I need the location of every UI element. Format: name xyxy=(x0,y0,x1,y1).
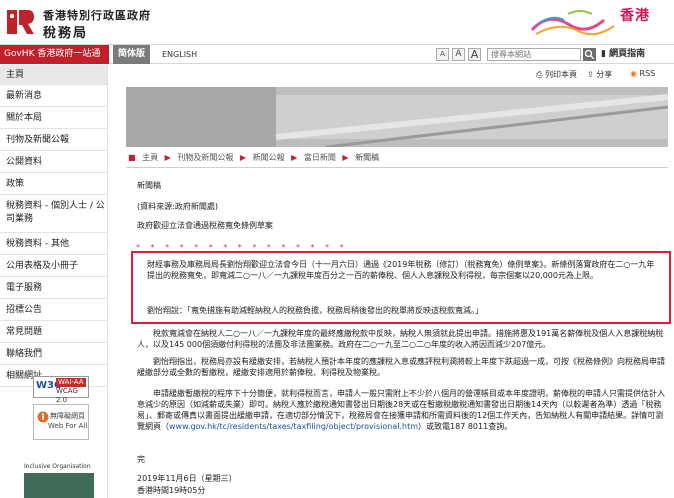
breadcrumb-separator: ▶ xyxy=(291,153,298,162)
search-input[interactable] xyxy=(487,48,581,61)
sitemap-link[interactable]: ▮ 網頁指南 xyxy=(601,45,645,64)
article-time: 香港時間19時05分 xyxy=(137,486,206,495)
print-label: 列印本頁 xyxy=(544,70,577,79)
search-button[interactable] xyxy=(583,48,596,61)
breadcrumb-publications[interactable]: 刊物及新聞公報 xyxy=(177,153,233,162)
sidebar-item-e-services[interactable]: 電子服務 xyxy=(0,277,107,299)
sidebar-item-home[interactable]: 主頁 xyxy=(0,65,107,85)
excerpt-paragraph-1: 財經事務及庫務局局長劉怡翔歡迎立法會今日（十一月六日）通過《2019年稅務（修訂… xyxy=(147,260,655,280)
breadcrumb-press-releases[interactable]: 新聞公報 xyxy=(253,153,285,162)
font-size-large-button[interactable]: A xyxy=(468,48,481,61)
site-header: 香港特別行政區政府 稅務局 香港 xyxy=(0,0,674,44)
english-link[interactable]: ENGLISH xyxy=(158,45,201,64)
web-for-all-badge[interactable]: 無障礙網頁 Web For All xyxy=(33,404,89,440)
article-title: 政府歡迎立法會通過稅務寬免條例草案 xyxy=(137,221,273,230)
article-paragraph-2: 劉怡翔指出，稅務局亦設有緩繳安排，若納稅人預計本年度的應課稅入息或應評稅利潤將較… xyxy=(137,357,665,377)
breadcrumb: ■ 主頁 ▶ 刊物及新聞公報 ▶ 新聞公報 ▶ 當日新聞 ▶ 新聞稿 xyxy=(128,152,383,164)
font-size-small-button[interactable]: A xyxy=(436,48,449,61)
inclusive-organisation-label: Inclusive Organisation xyxy=(24,463,91,470)
brand-hk-logo[interactable]: 香港 xyxy=(528,0,674,44)
sidebar-item-policy[interactable]: 政策 xyxy=(0,173,107,195)
sitemap-label: 網頁指南 xyxy=(609,49,646,59)
sidebar-item-about-us[interactable]: 關於本局 xyxy=(0,107,107,129)
sitemap-icon: ▮ xyxy=(601,49,610,59)
provisional-tax-link[interactable]: www.gov.hk/tc/residents/taxes/taxfiling/… xyxy=(169,422,418,431)
print-link[interactable]: ⎙ 列印本頁 xyxy=(536,69,577,80)
excerpt-paragraph-2: 劉怡翔說：「寬免措施有助減輕納稅人的稅務負擔，稅務局稍後發出的稅單將反映這稅款寬… xyxy=(147,306,483,315)
sidebar-item-open-data[interactable]: 公開資料 xyxy=(0,151,107,173)
paragraph-3-text-b: ）或致電187 8011查詢。 xyxy=(418,422,513,431)
rss-label: RSS xyxy=(639,69,656,78)
article-paragraph-1: 稅款寬減會在納稅人二○一八／一九課稅年度的最終應繳稅款中反映，納稅人無須就此提出… xyxy=(137,329,664,349)
banner-graphic-icon xyxy=(126,87,668,147)
breadcrumb-separator: ▶ xyxy=(239,153,247,162)
breadcrumb-separator: ▶ xyxy=(342,153,349,162)
sidebar-item-forms[interactable]: 公用表格及小冊子 xyxy=(0,255,107,277)
share-link[interactable]: ⇪ 分享 xyxy=(587,69,612,80)
brand-hk-graphic-icon xyxy=(530,10,615,36)
web-for-all-english: Web For All xyxy=(48,422,88,430)
rss-icon: ◉ xyxy=(630,69,640,78)
breadcrumb-current: 新聞稿 xyxy=(355,153,380,162)
simplified-chinese-link[interactable]: 简体版 xyxy=(113,45,151,64)
article-end-mark: 完 xyxy=(137,455,145,464)
article-source: (資料來源:政府新聞處) xyxy=(137,202,218,211)
breadcrumb-home[interactable]: 主頁 xyxy=(142,153,158,162)
sidebar-item-tax-info-others[interactable]: 稅務資料 - 其他 xyxy=(0,233,107,255)
inclusive-organisation-logo[interactable] xyxy=(24,473,94,498)
sidebar-item-tenders[interactable]: 招標公告 xyxy=(0,299,107,321)
sidebar-item-faq[interactable]: 常見問題 xyxy=(0,321,107,343)
sidebar-item-contact-us[interactable]: 聯絡我們 xyxy=(0,343,107,365)
home-icon: ■ xyxy=(128,153,136,162)
article-heading: 新聞稿 xyxy=(137,181,161,190)
font-size-medium-button[interactable]: A xyxy=(452,48,465,61)
page-toolbar: ⎙ 列印本頁 ⇪ 分享 ◉ RSS xyxy=(112,67,674,83)
rss-link[interactable]: ◉ RSS xyxy=(630,69,655,78)
wai-aa-badge[interactable]: W3C WAI-AA WCAG 2.0 xyxy=(33,376,89,404)
share-label: 分享 xyxy=(596,70,613,79)
govhk-link[interactable]: GovHK 香港政府一站通 xyxy=(0,45,109,64)
web-for-all-chinese: 無障礙網頁 xyxy=(50,412,85,420)
brand-hk-text: 香港 xyxy=(620,8,650,24)
ird-logo-icon[interactable] xyxy=(4,6,36,38)
breadcrumb-separator: ▶ xyxy=(164,153,171,162)
highlighted-excerpt: 財經事務及庫務局局長劉怡翔歡迎立法會今日（十一月六日）通過《2019年稅務（修訂… xyxy=(131,251,671,324)
breadcrumb-todays-news[interactable]: 當日新聞 xyxy=(304,153,336,162)
print-icon: ⎙ xyxy=(536,70,545,79)
sidebar-item-publications[interactable]: 刊物及新聞公報 xyxy=(0,129,107,151)
sidebar-item-tax-info-individuals[interactable]: 稅務資料 - 個別人士 / 公司業務 xyxy=(0,195,107,233)
article-paragraph-3: 申請緩繳暫繳稅的程序下十分簡便，就利得稅而言，申請人一般只需附上不少於八個月的營… xyxy=(137,388,665,432)
article-date: 2019年11月6日（星期三） xyxy=(137,474,237,483)
search-icon xyxy=(584,49,595,60)
breadcrumb-divider xyxy=(126,167,668,168)
page-banner-image xyxy=(126,87,668,147)
wcag-text: WCAG 2.0 xyxy=(56,387,78,404)
wai-aa-text: WAI-AA xyxy=(56,378,86,387)
share-icon: ⇪ xyxy=(587,70,597,79)
sidebar-item-whats-new[interactable]: 最新消息 xyxy=(0,85,107,107)
department-name: 稅務局 xyxy=(43,26,89,41)
gov-name: 香港特別行政區政府 xyxy=(43,9,151,22)
top-navbar: GovHK 香港政府一站通 简体版 ENGLISH A A A ▮ 網頁指南 xyxy=(0,44,674,64)
